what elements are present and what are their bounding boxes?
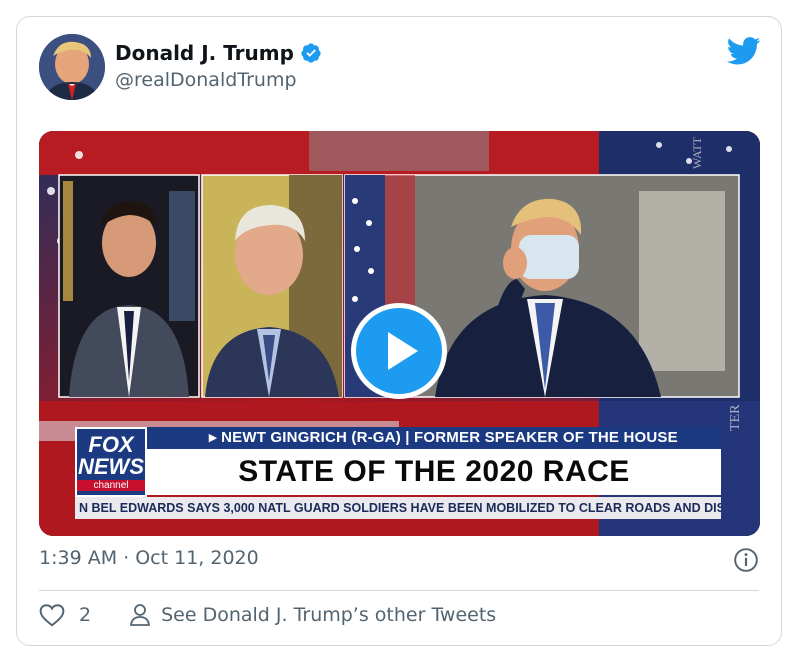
lower-third-caption: ▸ NEWT GINGRICH (R-GA) | FORMER SPEAKER … (147, 427, 721, 449)
logo-channel: channel (77, 479, 145, 491)
news-ticker: N BEL EDWARDS SAYS 3,000 NATL GUARD SOLD… (75, 497, 721, 519)
twitter-bird-icon[interactable] (727, 37, 761, 65)
svg-text:WATT: WATT (690, 136, 704, 169)
play-icon (388, 332, 418, 370)
avatar-image (39, 34, 105, 100)
video-player[interactable]: WATT TER FOX NEWS channel ▸ NEWT GINGRIC… (39, 131, 760, 536)
author-name[interactable]: Donald J. Trump (115, 41, 294, 65)
logo-word-news: NEWS (78, 453, 144, 479)
see-other-tweets-label[interactable]: See Donald J. Trump’s other Tweets (161, 604, 496, 626)
author-handle[interactable]: @realDonaldTrump (115, 69, 297, 91)
tweet-timestamp[interactable]: 1:39 AM · Oct 11, 2020 (39, 547, 259, 569)
avatar[interactable] (39, 34, 105, 100)
tweet-card: Donald J. Trump @realDonaldTrump WATT TE… (16, 16, 782, 646)
lower-third-headline: STATE OF THE 2020 RACE (147, 449, 721, 495)
logo-word-fox: FOX (88, 431, 134, 457)
person-icon (130, 604, 151, 626)
info-icon[interactable] (733, 547, 759, 573)
like-count: 2 (79, 604, 92, 626)
svg-text:TER: TER (728, 404, 743, 431)
play-button[interactable] (351, 303, 447, 399)
fox-news-logo: FOX NEWS channel (75, 427, 147, 497)
see-other-tweets-link[interactable]: See Donald J. Trump’s other Tweets (129, 603, 496, 627)
heart-icon (39, 604, 65, 627)
verified-badge-icon (301, 43, 321, 63)
author-name-row[interactable]: Donald J. Trump (115, 41, 322, 65)
tweet-actions: 2 See Donald J. Trump’s other Tweets (39, 603, 496, 627)
like-button[interactable]: 2 (39, 603, 91, 627)
divider (39, 590, 759, 591)
